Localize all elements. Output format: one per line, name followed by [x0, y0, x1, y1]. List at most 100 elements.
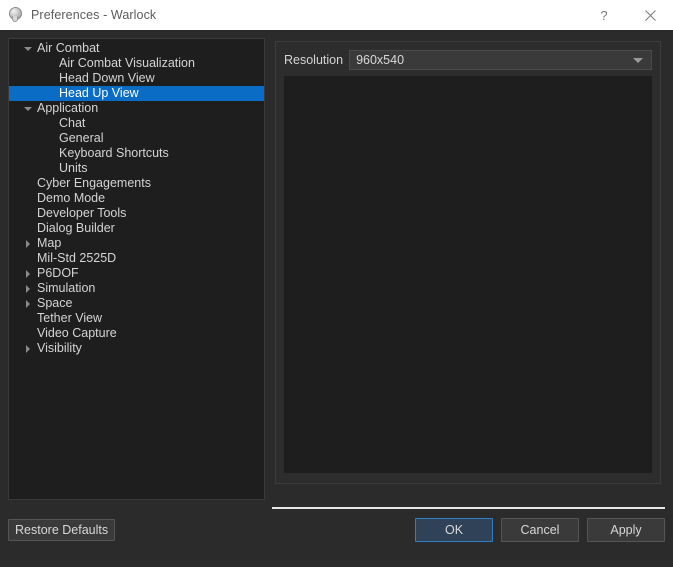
- tree-item-label: Video Capture: [37, 326, 117, 340]
- tree-item-label: Developer Tools: [37, 206, 127, 220]
- page-panel: Resolution 960x540: [271, 38, 665, 500]
- tree-arrow-placeholder: [41, 71, 59, 86]
- tree-arrow-placeholder: [41, 146, 59, 161]
- tree-arrow-placeholder: [19, 206, 37, 221]
- tree-arrow-placeholder: [19, 311, 37, 326]
- tree-item-video-capture[interactable]: Video Capture: [9, 326, 264, 341]
- footer-buttons: Restore Defaults OK Cancel Apply: [0, 518, 673, 542]
- tree-item-application[interactable]: Application: [9, 101, 264, 116]
- tree-item-label: Demo Mode: [37, 191, 106, 205]
- chevron-right-icon[interactable]: [19, 296, 37, 311]
- tree-item-keyboard-shortcuts[interactable]: Keyboard Shortcuts: [9, 146, 264, 161]
- splitter-handle[interactable]: [265, 38, 271, 500]
- action-buttons: OK Cancel Apply: [415, 518, 665, 542]
- tree-item-head-up-view[interactable]: Head Up View: [9, 86, 264, 101]
- resolution-select[interactable]: 960x540: [349, 50, 652, 70]
- preferences-tree-panel[interactable]: Air Combat Air Combat Visualization Head D…: [8, 38, 265, 500]
- chevron-down-icon[interactable]: [19, 41, 37, 56]
- tree-item-space[interactable]: Space: [9, 296, 264, 311]
- preferences-tree[interactable]: Air Combat Air Combat Visualization Head D…: [9, 39, 264, 356]
- tree-item-tether-view[interactable]: Tether View: [9, 311, 264, 326]
- tree-item-p6dof[interactable]: P6DOF: [9, 266, 264, 281]
- tree-arrow-placeholder: [41, 116, 59, 131]
- page-empty-area: [284, 76, 652, 473]
- tree-item-label: Visibility: [37, 341, 82, 355]
- tree-item-label: Mil-Std 2525D: [37, 251, 117, 265]
- footer-divider: [272, 507, 665, 509]
- tree-item-chat[interactable]: Chat: [9, 116, 264, 131]
- tree-arrow-placeholder: [41, 161, 59, 176]
- tree-arrow-placeholder: [19, 176, 37, 191]
- close-icon[interactable]: [627, 0, 673, 30]
- tree-item-label: Head Up View: [59, 86, 139, 100]
- tree-item-general[interactable]: General: [9, 131, 264, 146]
- tree-item-label: Dialog Builder: [37, 221, 115, 235]
- tree-item-units[interactable]: Units: [9, 161, 264, 176]
- chevron-down-icon[interactable]: [19, 101, 37, 116]
- tree-arrow-placeholder: [19, 221, 37, 236]
- resolution-row: Resolution 960x540: [284, 50, 652, 70]
- apply-button[interactable]: Apply: [587, 518, 665, 542]
- window-title: Preferences - Warlock: [31, 8, 157, 22]
- tree-item-label: General: [59, 131, 104, 145]
- tree-arrow-placeholder: [41, 131, 59, 146]
- tree-item-developer-tools[interactable]: Developer Tools: [9, 206, 264, 221]
- title-bar: Preferences - Warlock ?: [0, 0, 673, 30]
- chevron-right-icon[interactable]: [19, 266, 37, 281]
- tree-item-label: Air Combat: [37, 41, 100, 55]
- tree-arrow-placeholder: [19, 326, 37, 341]
- tree-item-map[interactable]: Map: [9, 236, 264, 251]
- tree-arrow-placeholder: [19, 191, 37, 206]
- sphere-icon: [8, 7, 24, 23]
- help-icon[interactable]: ?: [581, 0, 627, 30]
- tree-arrow-placeholder: [19, 251, 37, 266]
- tree-item-label: Map: [37, 236, 62, 250]
- tree-item-label: Application: [37, 101, 99, 115]
- tree-item-label: Keyboard Shortcuts: [59, 146, 169, 160]
- dialog-footer: Restore Defaults OK Cancel Apply: [0, 500, 673, 567]
- tree-item-label: Space: [37, 296, 73, 310]
- tree-item-label: Head Down View: [59, 71, 155, 85]
- head-up-view-page: Resolution 960x540: [275, 41, 661, 484]
- tree-item-head-down-view[interactable]: Head Down View: [9, 71, 264, 86]
- resolution-label: Resolution: [284, 53, 344, 67]
- tree-item-demo-mode[interactable]: Demo Mode: [9, 191, 264, 206]
- tree-item-air-combat[interactable]: Air Combat: [9, 41, 264, 56]
- window-controls: ?: [581, 0, 673, 30]
- tree-item-visibility[interactable]: Visibility: [9, 341, 264, 356]
- tree-arrow-placeholder: [41, 86, 59, 101]
- ok-button[interactable]: OK: [415, 518, 493, 542]
- tree-item-label: Units: [59, 161, 88, 175]
- tree-item-label: Tether View: [37, 311, 103, 325]
- panes: Air Combat Air Combat Visualization Head D…: [0, 30, 673, 500]
- chevron-right-icon[interactable]: [19, 236, 37, 251]
- tree-item-dialog-builder[interactable]: Dialog Builder: [9, 221, 264, 236]
- tree-item-label: Cyber Engagements: [37, 176, 151, 190]
- tree-item-cyber-engagements[interactable]: Cyber Engagements: [9, 176, 264, 191]
- chevron-right-icon[interactable]: [19, 341, 37, 356]
- restore-defaults-button[interactable]: Restore Defaults: [8, 519, 116, 541]
- tree-item-mil-std-2525d[interactable]: Mil-Std 2525D: [9, 251, 264, 266]
- chevron-right-icon[interactable]: [19, 281, 37, 296]
- tree-item-simulation[interactable]: Simulation: [9, 281, 264, 296]
- cancel-button[interactable]: Cancel: [501, 518, 579, 542]
- chevron-down-icon: [633, 57, 643, 63]
- tree-item-air-combat-visualization[interactable]: Air Combat Visualization: [9, 56, 264, 71]
